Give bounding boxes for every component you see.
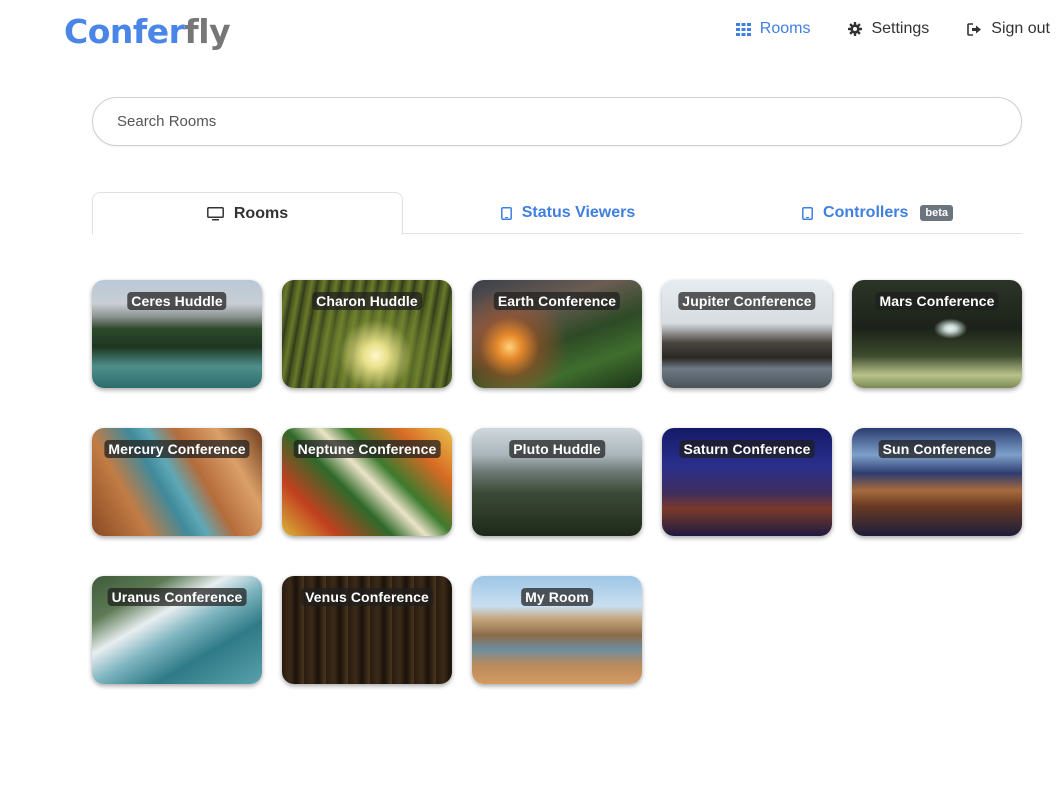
app-logo[interactable]: Conferfly: [64, 12, 231, 51]
tab-status-viewers[interactable]: Status Viewers: [403, 192, 733, 234]
room-card-earth-conference[interactable]: Earth Conference: [472, 280, 642, 388]
nav-settings-label: Settings: [871, 20, 930, 37]
room-card-mercury-conference[interactable]: Mercury Conference: [92, 428, 262, 536]
room-card-neptune-conference[interactable]: Neptune Conference: [282, 428, 452, 536]
room-card-label: Venus Conference: [301, 588, 433, 606]
tab-status-viewers-label: Status Viewers: [521, 204, 636, 221]
tab-controllers[interactable]: Controllers beta: [733, 192, 1022, 234]
search-rooms-input[interactable]: [92, 97, 1022, 146]
monitor-icon: [206, 206, 224, 220]
nav-settings-link[interactable]: Settings: [848, 20, 929, 38]
nav-rooms-link[interactable]: Rooms: [735, 20, 811, 38]
logo-text-secondary: fly: [184, 12, 231, 51]
room-card-venus-conference[interactable]: Venus Conference: [282, 576, 452, 684]
room-card-pluto-huddle[interactable]: Pluto Huddle: [472, 428, 642, 536]
nav-rooms-label: Rooms: [759, 20, 811, 37]
room-card-ceres-huddle[interactable]: Ceres Huddle: [92, 280, 262, 388]
room-card-charon-huddle[interactable]: Charon Huddle: [282, 280, 452, 388]
nav-sign-out-label: Sign out: [991, 20, 1050, 37]
room-card-label: Earth Conference: [493, 292, 621, 310]
room-card-my-room[interactable]: My Room: [472, 576, 642, 684]
room-card-label: Jupiter Conference: [678, 292, 816, 310]
tab-controllers-label: Controllers: [823, 204, 909, 221]
tablet-icon: [500, 206, 512, 220]
room-card-label: Pluto Huddle: [509, 440, 605, 458]
logo-text-primary: Confer: [64, 12, 185, 51]
room-card-label: Mars Conference: [875, 292, 999, 310]
grid-icon: [735, 22, 751, 36]
room-card-sun-conference[interactable]: Sun Conference: [852, 428, 1022, 536]
top-nav: Rooms Settings Sign out: [735, 20, 1050, 38]
room-card-mars-conference[interactable]: Mars Conference: [852, 280, 1022, 388]
gear-icon: [848, 22, 863, 36]
room-card-saturn-conference[interactable]: Saturn Conference: [662, 428, 832, 536]
room-card-label: My Room: [521, 588, 593, 606]
room-card-uranus-conference[interactable]: Uranus Conference: [92, 576, 262, 684]
room-card-label: Ceres Huddle: [127, 292, 227, 310]
tab-rooms[interactable]: Rooms: [92, 192, 403, 235]
rooms-grid: Ceres Huddle Charon Huddle Earth Confere…: [92, 280, 1022, 684]
room-type-tabs: Rooms Status Viewers Controllers beta: [92, 192, 1022, 235]
room-card-label: Neptune Conference: [293, 440, 441, 458]
room-card-jupiter-conference[interactable]: Jupiter Conference: [662, 280, 832, 388]
nav-sign-out-link[interactable]: Sign out: [967, 20, 1050, 38]
room-card-label: Saturn Conference: [679, 440, 815, 458]
room-card-label: Mercury Conference: [104, 440, 250, 458]
room-card-label: Uranus Conference: [107, 588, 247, 606]
tablet-icon: [802, 206, 813, 220]
room-card-label: Charon Huddle: [312, 292, 422, 310]
tab-rooms-label: Rooms: [233, 204, 289, 222]
room-card-label: Sun Conference: [878, 440, 996, 458]
beta-badge: beta: [920, 205, 953, 221]
sign-out-icon: [967, 22, 982, 36]
